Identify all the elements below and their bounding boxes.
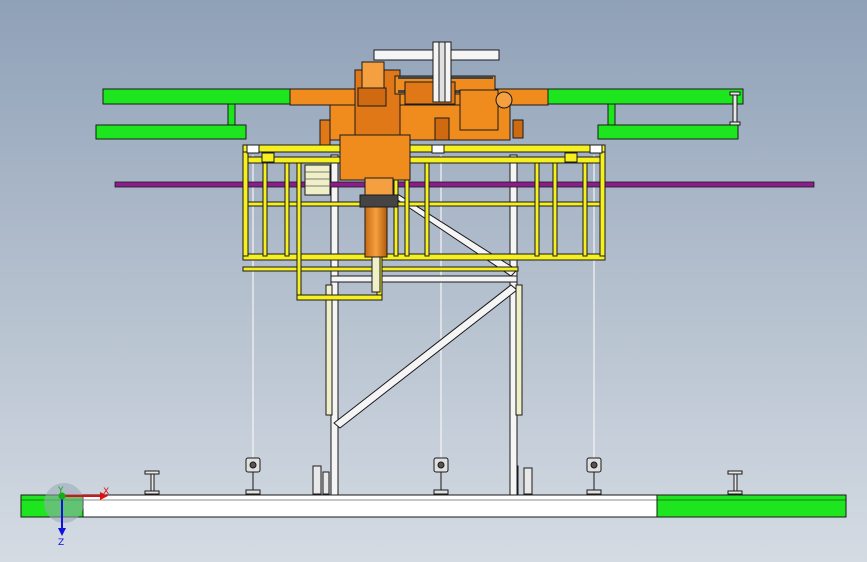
base-post bbox=[523, 467, 533, 495]
base-beam bbox=[20, 494, 847, 518]
left-beam-hanger bbox=[227, 103, 236, 126]
machine-drawing: X Y Z bbox=[20, 41, 847, 548]
left-coil bbox=[304, 164, 331, 196]
hoist-cap bbox=[359, 194, 399, 208]
base-post bbox=[144, 470, 160, 495]
drive-assembly bbox=[289, 61, 549, 196]
lower-gear-box bbox=[339, 134, 411, 181]
drive-clamp bbox=[434, 117, 450, 141]
left-hanger bbox=[319, 119, 331, 146]
triad-z-label: Z bbox=[58, 538, 64, 548]
tower-mid-chord bbox=[330, 275, 518, 283]
tower-side-pad bbox=[515, 284, 523, 416]
base-post bbox=[727, 470, 743, 495]
triad-y-label: Y bbox=[57, 486, 64, 496]
right-lower-beam bbox=[597, 124, 739, 140]
platform-top-beam bbox=[242, 144, 606, 153]
gear-stack bbox=[357, 87, 387, 107]
base-post bbox=[322, 471, 330, 495]
base-beam-right-green bbox=[656, 494, 847, 518]
mast-post-slot bbox=[438, 41, 446, 103]
base-beam-middle-white bbox=[82, 494, 659, 518]
cad-viewport[interactable]: X Y Z bbox=[0, 0, 867, 562]
hook-block bbox=[433, 457, 449, 495]
hook-block bbox=[586, 457, 602, 495]
platform-second-beam bbox=[242, 156, 606, 164]
hoist-rod bbox=[371, 256, 381, 293]
base-post bbox=[312, 465, 322, 495]
hanging-cables bbox=[252, 155, 595, 458]
right-beam-hanger bbox=[607, 103, 616, 126]
right-upper-beam bbox=[547, 88, 744, 105]
left-upper-beam bbox=[102, 88, 299, 105]
left-lower-beam bbox=[95, 124, 247, 140]
drive-wheel bbox=[495, 91, 513, 109]
hook-block bbox=[245, 457, 261, 495]
hook-blocks bbox=[245, 457, 602, 495]
platform-step bbox=[296, 294, 383, 301]
tower-lower-brace bbox=[333, 284, 518, 429]
horizontal-rail bbox=[114, 181, 815, 188]
drive-clamp bbox=[512, 119, 524, 139]
right-drive-plate bbox=[459, 89, 499, 131]
tower-side-pad bbox=[325, 284, 333, 416]
triad-x-label: X bbox=[103, 487, 109, 497]
hoist-cylinder bbox=[364, 206, 388, 258]
hoist-column bbox=[359, 177, 399, 293]
